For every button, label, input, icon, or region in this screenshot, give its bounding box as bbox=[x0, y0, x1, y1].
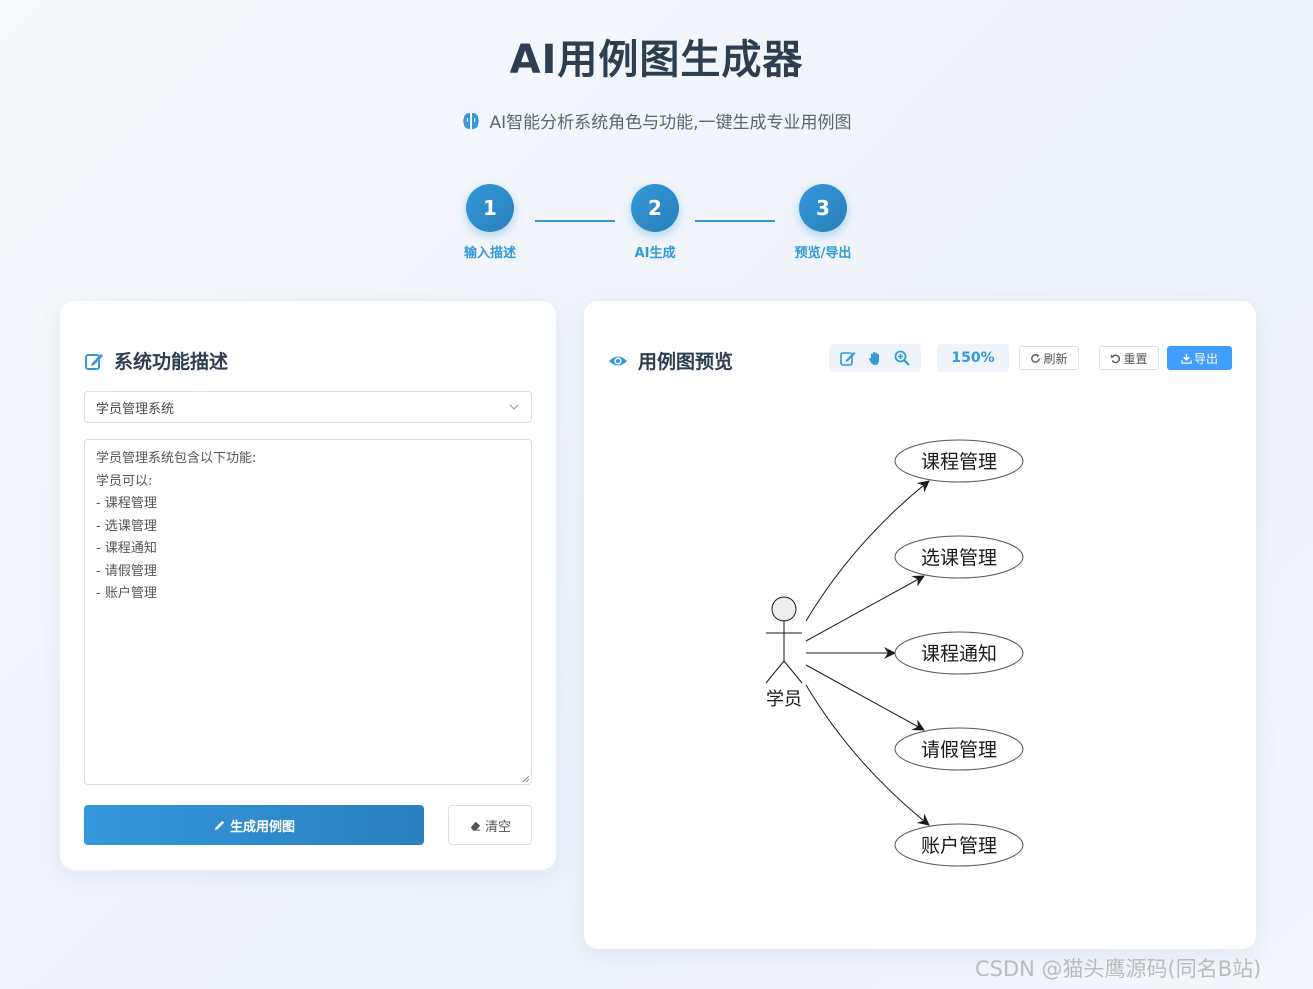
use-case-node[interactable]: 选课管理 bbox=[894, 535, 1024, 579]
page-subtitle: AI智能分析系统角色与功能,一键生成专业用例图 bbox=[0, 108, 1313, 133]
step-generate: 2 AI生成 bbox=[620, 184, 690, 261]
clear-label: 清空 bbox=[484, 819, 511, 835]
brain-icon bbox=[463, 112, 480, 129]
step-connector-2 bbox=[695, 220, 775, 222]
resize-handle-icon[interactable] bbox=[522, 775, 530, 783]
system-select-value: 学员管理系统 bbox=[96, 401, 175, 417]
use-case-diagram[interactable]: 学员 课程管理 选课管理 课程通知 请假管理 账户管理 bbox=[584, 301, 1256, 949]
edit-icon bbox=[85, 353, 103, 370]
association-line bbox=[805, 664, 925, 731]
generate-diagram-button[interactable]: 生成用例图 bbox=[84, 805, 424, 845]
use-case-label: 课程管理 bbox=[921, 451, 997, 473]
step-preview: 3 预览/导出 bbox=[788, 184, 858, 261]
step-connector-1 bbox=[535, 220, 615, 222]
generate-label: 生成用例图 bbox=[229, 819, 295, 835]
step-label: 预览/导出 bbox=[794, 246, 852, 261]
description-panel-title: 系统功能描述 bbox=[84, 347, 228, 374]
use-case-node[interactable]: 请假管理 bbox=[894, 727, 1024, 771]
pencil-icon bbox=[214, 820, 225, 830]
use-case-label: 选课管理 bbox=[921, 547, 997, 569]
watermark: CSDN @猫头鹰源码(同名B站) bbox=[975, 957, 1262, 981]
step-number: 1 bbox=[466, 184, 514, 232]
chevron-down-icon bbox=[509, 404, 519, 410]
eraser-icon bbox=[470, 821, 481, 831]
use-case-label: 账户管理 bbox=[921, 835, 997, 857]
page-title: AI用例图生成器 bbox=[509, 37, 804, 83]
panel-title-text: 系统功能描述 bbox=[114, 351, 229, 373]
actor-figure bbox=[765, 596, 803, 684]
step-number: 3 bbox=[799, 184, 847, 232]
subtitle-text: AI智能分析系统角色与功能,一键生成专业用例图 bbox=[489, 113, 852, 133]
use-case-node[interactable]: 课程管理 bbox=[894, 439, 1024, 483]
use-case-node[interactable]: 账户管理 bbox=[894, 823, 1024, 867]
step-label: 输入描述 bbox=[463, 246, 516, 261]
description-textarea[interactable]: 学员管理系统包含以下功能: 学员可以: - 课程管理 - 选课管理 - 课程通知… bbox=[84, 439, 532, 785]
step-number: 2 bbox=[631, 184, 679, 232]
progress-steps: 1 输入描述 2 AI生成 3 预览/导出 bbox=[455, 184, 865, 264]
association-line bbox=[805, 575, 925, 642]
use-case-label: 请假管理 bbox=[921, 739, 997, 761]
clear-button[interactable]: 清空 bbox=[448, 805, 532, 845]
step-label: AI生成 bbox=[634, 246, 676, 261]
step-input: 1 输入描述 bbox=[455, 184, 525, 261]
use-case-label: 课程通知 bbox=[921, 643, 997, 665]
use-case-node[interactable]: 课程通知 bbox=[894, 631, 1024, 675]
system-select[interactable]: 学员管理系统 bbox=[84, 391, 532, 423]
page-header: AI用例图生成器 AI智能分析系统角色与功能,一键生成专业用例图 bbox=[0, 30, 1313, 133]
description-panel: 系统功能描述 学员管理系统 学员管理系统包含以下功能: 学员可以: - 课程管理… bbox=[60, 301, 556, 870]
actor-label: 学员 bbox=[766, 689, 802, 710]
preview-panel: 用例图预览 150% 刷新 重置 导出 学员 课程管理 选课管理 课程通知 请假… bbox=[584, 301, 1256, 949]
